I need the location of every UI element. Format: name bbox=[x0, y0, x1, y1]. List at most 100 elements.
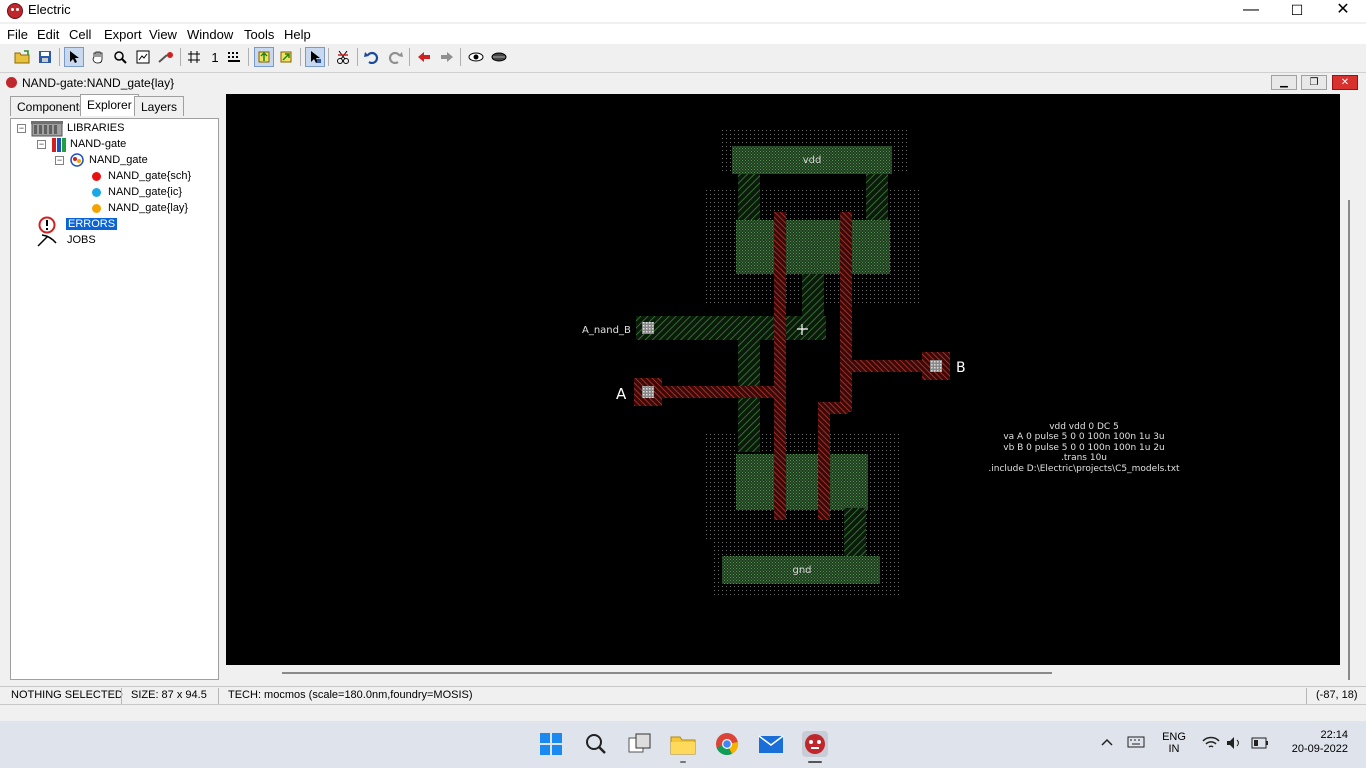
tree-view-ic[interactable]: NAND_gate{ic} bbox=[108, 184, 182, 200]
menu-view[interactable]: View bbox=[149, 27, 177, 42]
menu-tools[interactable]: Tools bbox=[244, 27, 274, 42]
vertical-scrollbar[interactable] bbox=[1340, 94, 1356, 680]
status-coordinates: (-87, 18) bbox=[1316, 689, 1358, 701]
start-windows-icon[interactable] bbox=[538, 731, 564, 757]
output-port-label: A_nand_B bbox=[582, 325, 631, 336]
grid-icon[interactable] bbox=[184, 47, 204, 67]
nand-layout-drawing[interactable]: vdd gnd A_nand_B A B vdd vdd 0 DC 5 va A… bbox=[226, 94, 1340, 665]
search-icon[interactable] bbox=[583, 731, 609, 757]
expand-cell-toggle[interactable]: − bbox=[55, 156, 64, 165]
tab-explorer[interactable]: Explorer bbox=[80, 94, 139, 116]
zoom-icon[interactable] bbox=[110, 47, 130, 67]
panel-tabs: Components Explorer Layers bbox=[10, 94, 220, 116]
grid-number[interactable]: 1 bbox=[205, 47, 225, 67]
open-library-icon[interactable] bbox=[12, 47, 32, 67]
language-code: ENG bbox=[1162, 731, 1186, 743]
pin-b-contact bbox=[930, 360, 942, 372]
spice-line-4: .trans 10u bbox=[1061, 453, 1107, 463]
spice-line-3: vb B 0 pulse 5 0 0 100n 100n 1u 2u bbox=[1003, 443, 1165, 453]
clock[interactable]: 22:14 20-09-2022 bbox=[1282, 729, 1348, 755]
eye-icon[interactable] bbox=[466, 47, 486, 67]
menu-export[interactable]: Export bbox=[104, 27, 142, 42]
eye-hide-icon[interactable] bbox=[489, 47, 509, 67]
toolbar-separator bbox=[180, 48, 181, 66]
keyboard-icon[interactable] bbox=[1127, 736, 1145, 751]
menu-cell[interactable]: Cell bbox=[69, 27, 91, 42]
task-view-icon[interactable] bbox=[627, 731, 653, 757]
gnd-label: gnd bbox=[792, 565, 811, 576]
poly-b-nmos-gate bbox=[818, 402, 830, 520]
region-code: IN bbox=[1168, 743, 1180, 755]
menu-file[interactable]: File bbox=[7, 27, 28, 42]
doc-restore-button[interactable]: ❐ bbox=[1301, 75, 1327, 90]
battery-icon[interactable] bbox=[1251, 737, 1269, 752]
taskbar: ENG IN 22:14 20-09-2022 bbox=[0, 721, 1366, 768]
horizontal-scrollbar[interactable] bbox=[226, 665, 1340, 681]
expand-library-toggle[interactable]: − bbox=[37, 140, 46, 149]
tree-library-nand-gate[interactable]: NAND-gate bbox=[70, 136, 126, 152]
clock-date: 20-09-2022 bbox=[1291, 743, 1348, 755]
layout-canvas[interactable]: vdd gnd A_nand_B A B vdd vdd 0 DC 5 va A… bbox=[226, 94, 1340, 665]
input-a-label: A bbox=[616, 385, 627, 403]
menu-window[interactable]: Window bbox=[187, 27, 233, 42]
doc-close-button[interactable]: ✕ bbox=[1332, 75, 1358, 90]
select-special-icon[interactable] bbox=[305, 47, 325, 67]
measure-icon[interactable] bbox=[156, 47, 176, 67]
poly-b-gate bbox=[840, 212, 852, 412]
gnd-strap bbox=[844, 508, 866, 556]
electric-taskbar-icon[interactable] bbox=[802, 731, 828, 757]
tree-view-sch[interactable]: NAND_gate{sch} bbox=[108, 168, 191, 184]
menu-edit[interactable]: Edit bbox=[37, 27, 59, 42]
wifi-icon[interactable] bbox=[1202, 736, 1220, 753]
status-divider bbox=[1306, 688, 1307, 704]
tab-layers[interactable]: Layers bbox=[134, 96, 185, 116]
tree-libraries[interactable]: LIBRARIES bbox=[67, 120, 124, 136]
doc-minimize-button[interactable]: ▁ bbox=[1271, 75, 1297, 90]
language-indicator[interactable]: ENG IN bbox=[1162, 731, 1186, 755]
minimize-button[interactable]: — bbox=[1228, 0, 1274, 22]
save-library-icon[interactable] bbox=[35, 47, 55, 67]
place-export-icon[interactable] bbox=[276, 47, 296, 67]
status-size: SIZE: 87 x 94.5 bbox=[131, 689, 207, 701]
file-explorer-icon[interactable] bbox=[670, 731, 696, 757]
align-grid-icon[interactable] bbox=[224, 47, 244, 67]
mail-icon[interactable] bbox=[758, 731, 784, 757]
show-hidden-icons-chevron-icon[interactable] bbox=[1100, 736, 1114, 750]
toolbar-separator bbox=[59, 48, 60, 66]
redo-icon[interactable] bbox=[385, 47, 405, 67]
tree-errors[interactable]: ERRORS bbox=[66, 216, 118, 232]
toolbar-separator bbox=[248, 48, 249, 66]
cut-icon[interactable] bbox=[333, 47, 353, 67]
clock-time: 22:14 bbox=[1320, 729, 1348, 741]
toolbar-separator bbox=[460, 48, 461, 66]
tree-jobs[interactable]: JOBS bbox=[67, 232, 96, 248]
output-contact[interactable] bbox=[642, 322, 654, 334]
explorer-tree: − LIBRARIES − NAND-gate − NAND_gate NAND… bbox=[10, 118, 219, 680]
tree-cell-nand-gate[interactable]: NAND_gate bbox=[89, 152, 148, 168]
expand-libraries-toggle[interactable]: − bbox=[17, 124, 26, 133]
place-pin-icon[interactable] bbox=[254, 47, 274, 67]
undo-icon[interactable] bbox=[362, 47, 382, 67]
menu-help[interactable]: Help bbox=[284, 27, 311, 42]
zoom-fit-icon[interactable] bbox=[133, 47, 153, 67]
status-bar-secondary bbox=[0, 704, 1366, 721]
poly-a-gate bbox=[774, 212, 786, 520]
horizontal-scroll-thumb[interactable] bbox=[282, 672, 1052, 674]
electric-app-icon bbox=[7, 3, 23, 19]
vertical-scroll-thumb[interactable] bbox=[1348, 200, 1350, 680]
poly-a-horizontal bbox=[658, 386, 778, 398]
forward-arrow-icon[interactable] bbox=[437, 47, 457, 67]
vdd-label: vdd bbox=[803, 155, 822, 166]
back-arrow-icon[interactable] bbox=[414, 47, 434, 67]
select-cursor-icon[interactable] bbox=[64, 47, 84, 67]
pan-hand-icon[interactable] bbox=[88, 47, 108, 67]
input-b-label: B bbox=[956, 360, 966, 376]
toolbar-separator bbox=[328, 48, 329, 66]
maximize-button[interactable]: ☐ bbox=[1274, 0, 1320, 22]
status-selection: NOTHING SELECTED bbox=[11, 689, 123, 701]
tree-view-lay[interactable]: NAND_gate{lay} bbox=[108, 200, 188, 216]
poly-b-horizontal bbox=[852, 360, 926, 372]
chrome-icon[interactable] bbox=[714, 731, 740, 757]
volume-icon[interactable] bbox=[1226, 736, 1242, 753]
close-button[interactable]: ✕ bbox=[1320, 0, 1366, 22]
